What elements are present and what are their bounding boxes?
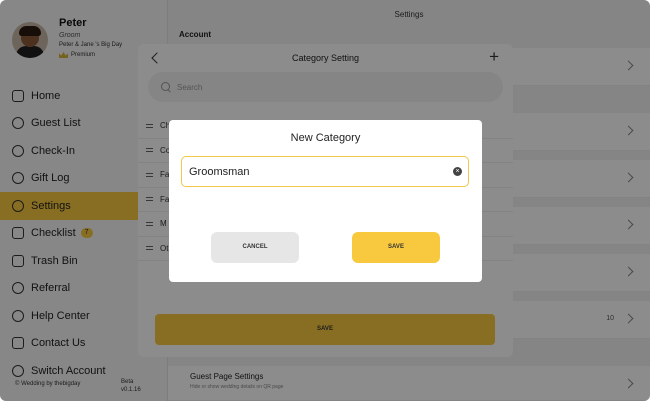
category-name-input[interactable] bbox=[189, 165, 444, 178]
clear-icon[interactable]: × bbox=[453, 167, 462, 176]
dialog-title: New Category bbox=[290, 132, 361, 144]
app-window: Peter Groom Peter & Jane 's Big Day Prem… bbox=[0, 0, 650, 401]
category-name-field: × bbox=[181, 156, 469, 187]
new-category-dialog: New Category × CANCEL SAVE bbox=[169, 120, 482, 282]
save-button[interactable]: SAVE bbox=[352, 232, 440, 263]
cancel-button[interactable]: CANCEL bbox=[211, 232, 299, 263]
